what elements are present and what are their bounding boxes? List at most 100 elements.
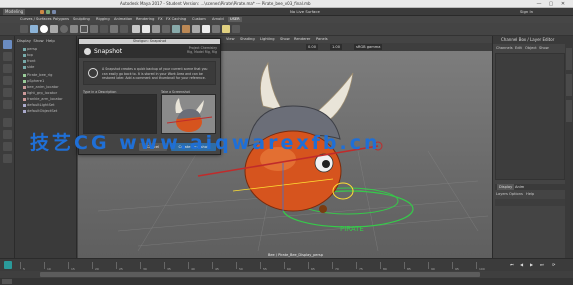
outliner-item[interactable]: side xyxy=(23,65,34,70)
layout-two-icon[interactable] xyxy=(3,142,12,151)
layer-toolbar[interactable] xyxy=(495,199,565,206)
shelf-icon-13[interactable] xyxy=(142,25,150,33)
shelf-icon-14[interactable] xyxy=(152,25,160,33)
outliner-item[interactable]: pSphere1 xyxy=(23,79,44,84)
time-slider[interactable]: 5 10 15 20 25 30 35 40 45 50 55 60 65 70… xyxy=(0,258,573,271)
side-tab-attribute-editor[interactable] xyxy=(566,48,572,70)
scale-field[interactable]: 1.00 xyxy=(330,44,343,50)
shelf-icon-9[interactable] xyxy=(100,25,108,33)
save-scene-icon[interactable] xyxy=(52,10,56,14)
shelf-icon-21[interactable] xyxy=(222,25,230,33)
step-back-icon[interactable]: ⏮ xyxy=(510,262,514,267)
loop-icon[interactable]: ⟳ xyxy=(552,262,555,267)
paint-select-icon[interactable] xyxy=(3,64,12,73)
frame-field[interactable]: 0.00 xyxy=(306,44,319,50)
shelf-icon-11[interactable] xyxy=(120,25,128,33)
play-forward-icon[interactable]: ▶ xyxy=(530,262,533,267)
shelf-tab-rigging[interactable]: Rigging xyxy=(96,17,110,22)
sphere-icon[interactable] xyxy=(40,25,48,33)
layer-menu-layers[interactable]: Layers xyxy=(496,192,508,196)
channel-menu-edit[interactable]: Edit xyxy=(515,46,522,50)
shelf-tab-curves[interactable]: Curves / Surfaces xyxy=(20,17,52,22)
layout-single-icon[interactable] xyxy=(3,118,12,127)
outliner-item[interactable]: light_grp_locator xyxy=(23,91,57,96)
shelf-tab-user[interactable]: USER xyxy=(228,17,242,22)
channel-menu-object[interactable]: Object xyxy=(525,46,537,50)
side-tab-channel-box[interactable] xyxy=(566,100,572,122)
outliner-item[interactable]: top xyxy=(23,53,33,58)
live-surface-field[interactable]: No Live Surface xyxy=(290,9,320,15)
rotate-tool-icon[interactable] xyxy=(3,88,12,97)
tab-display[interactable]: Display xyxy=(497,184,515,190)
shelf-icon-17[interactable] xyxy=(182,25,190,33)
open-scene-icon[interactable] xyxy=(46,10,50,14)
shelf-icon-12[interactable] xyxy=(132,25,140,33)
shelf-tab-animation[interactable]: Animation xyxy=(114,17,132,22)
cone-icon[interactable] xyxy=(90,25,98,33)
move-tool-icon[interactable] xyxy=(3,76,12,85)
tab-anim[interactable]: Anim xyxy=(515,184,524,190)
camera-icon xyxy=(23,47,26,51)
shelf-icon-2[interactable] xyxy=(30,25,38,33)
shelf-icon-15[interactable] xyxy=(162,25,170,33)
minimize-button[interactable]: — xyxy=(535,1,543,7)
outliner-item[interactable]: frankie_arm_locator xyxy=(23,97,63,102)
outliner-menu-display[interactable]: Display xyxy=(17,38,31,43)
select-tool-icon[interactable] xyxy=(3,40,12,49)
outliner-item[interactable]: front xyxy=(23,59,36,64)
range-handle[interactable] xyxy=(40,272,480,277)
viewport-menu-panels[interactable]: Panels xyxy=(316,37,328,41)
shelf-icon-16[interactable] xyxy=(172,25,180,33)
close-button[interactable]: ✕ xyxy=(559,1,567,7)
new-scene-icon[interactable] xyxy=(40,10,44,14)
shelf-tab-fx-caching[interactable]: FX Caching xyxy=(166,17,186,22)
outliner-item[interactable]: persp xyxy=(23,47,37,52)
shelf-tab-polygons[interactable]: Polygons xyxy=(53,17,69,22)
channel-menu-channels[interactable]: Channels xyxy=(496,46,513,50)
range-slider[interactable] xyxy=(0,271,573,278)
outliner-menu-help[interactable]: Help xyxy=(46,38,55,43)
cube-icon[interactable] xyxy=(50,25,58,33)
color-space-field[interactable]: sRGB gamma xyxy=(354,44,383,50)
outliner-item[interactable]: Pirate_bee_rig xyxy=(23,73,52,78)
mode-selector[interactable]: Modeling xyxy=(3,9,26,15)
viewport-menu-show[interactable]: Show xyxy=(280,37,290,41)
layout-four-icon[interactable] xyxy=(3,130,12,139)
shelf-icon-18[interactable] xyxy=(192,25,200,33)
shelf-icon-19[interactable] xyxy=(202,25,210,33)
torus-icon[interactable] xyxy=(80,25,88,33)
viewport-menu-shading[interactable]: Shading xyxy=(240,37,255,41)
command-line[interactable] xyxy=(0,278,573,285)
viewport-menu-lighting[interactable]: Lighting xyxy=(260,37,275,41)
shelf-icon-22[interactable] xyxy=(232,25,240,33)
cylinder-icon[interactable] xyxy=(60,25,68,33)
shelf-tab-fx[interactable]: FX xyxy=(158,17,163,22)
plane-icon[interactable] xyxy=(70,25,78,33)
outliner-item[interactable]: bee_anim_locator xyxy=(23,85,59,90)
outliner-item[interactable]: defaultObjectSet xyxy=(23,109,57,114)
shelf-tab-custom[interactable]: Custom xyxy=(192,17,206,22)
viewport-menu-view[interactable]: View xyxy=(226,37,235,41)
shelf-tab-rendering[interactable]: Rendering xyxy=(136,17,154,22)
viewport-menu-renderer[interactable]: Renderer xyxy=(294,37,310,41)
shelf-tab-sculpting[interactable]: Sculpting xyxy=(73,17,90,22)
maximize-button[interactable]: ▢ xyxy=(547,1,555,7)
layer-menu-help[interactable]: Help xyxy=(526,192,534,196)
play-back-icon[interactable]: ◀ xyxy=(520,262,523,267)
channel-menu-show[interactable]: Show xyxy=(539,46,549,50)
outliner-item[interactable]: defaultLightSet xyxy=(23,103,55,108)
channel-list[interactable] xyxy=(495,53,565,180)
shelf-icon-20[interactable] xyxy=(212,25,220,33)
outliner-menu-show[interactable]: Show xyxy=(33,38,43,43)
layer-menu-options[interactable]: Options xyxy=(509,192,523,196)
layout-outliner-icon[interactable] xyxy=(3,154,12,163)
shelf-icon-10[interactable] xyxy=(110,25,118,33)
side-tab-tool-settings[interactable] xyxy=(566,74,572,96)
sign-in-button[interactable]: Sign In xyxy=(520,9,533,15)
step-forward-icon[interactable]: ⏭ xyxy=(540,262,544,267)
shelf-icon-1[interactable] xyxy=(20,25,28,33)
shotgun-logo-icon xyxy=(84,48,91,55)
lasso-tool-icon[interactable] xyxy=(3,52,12,61)
scale-tool-icon[interactable] xyxy=(3,100,12,109)
shelf-tab-arnold[interactable]: Arnold xyxy=(212,17,224,22)
